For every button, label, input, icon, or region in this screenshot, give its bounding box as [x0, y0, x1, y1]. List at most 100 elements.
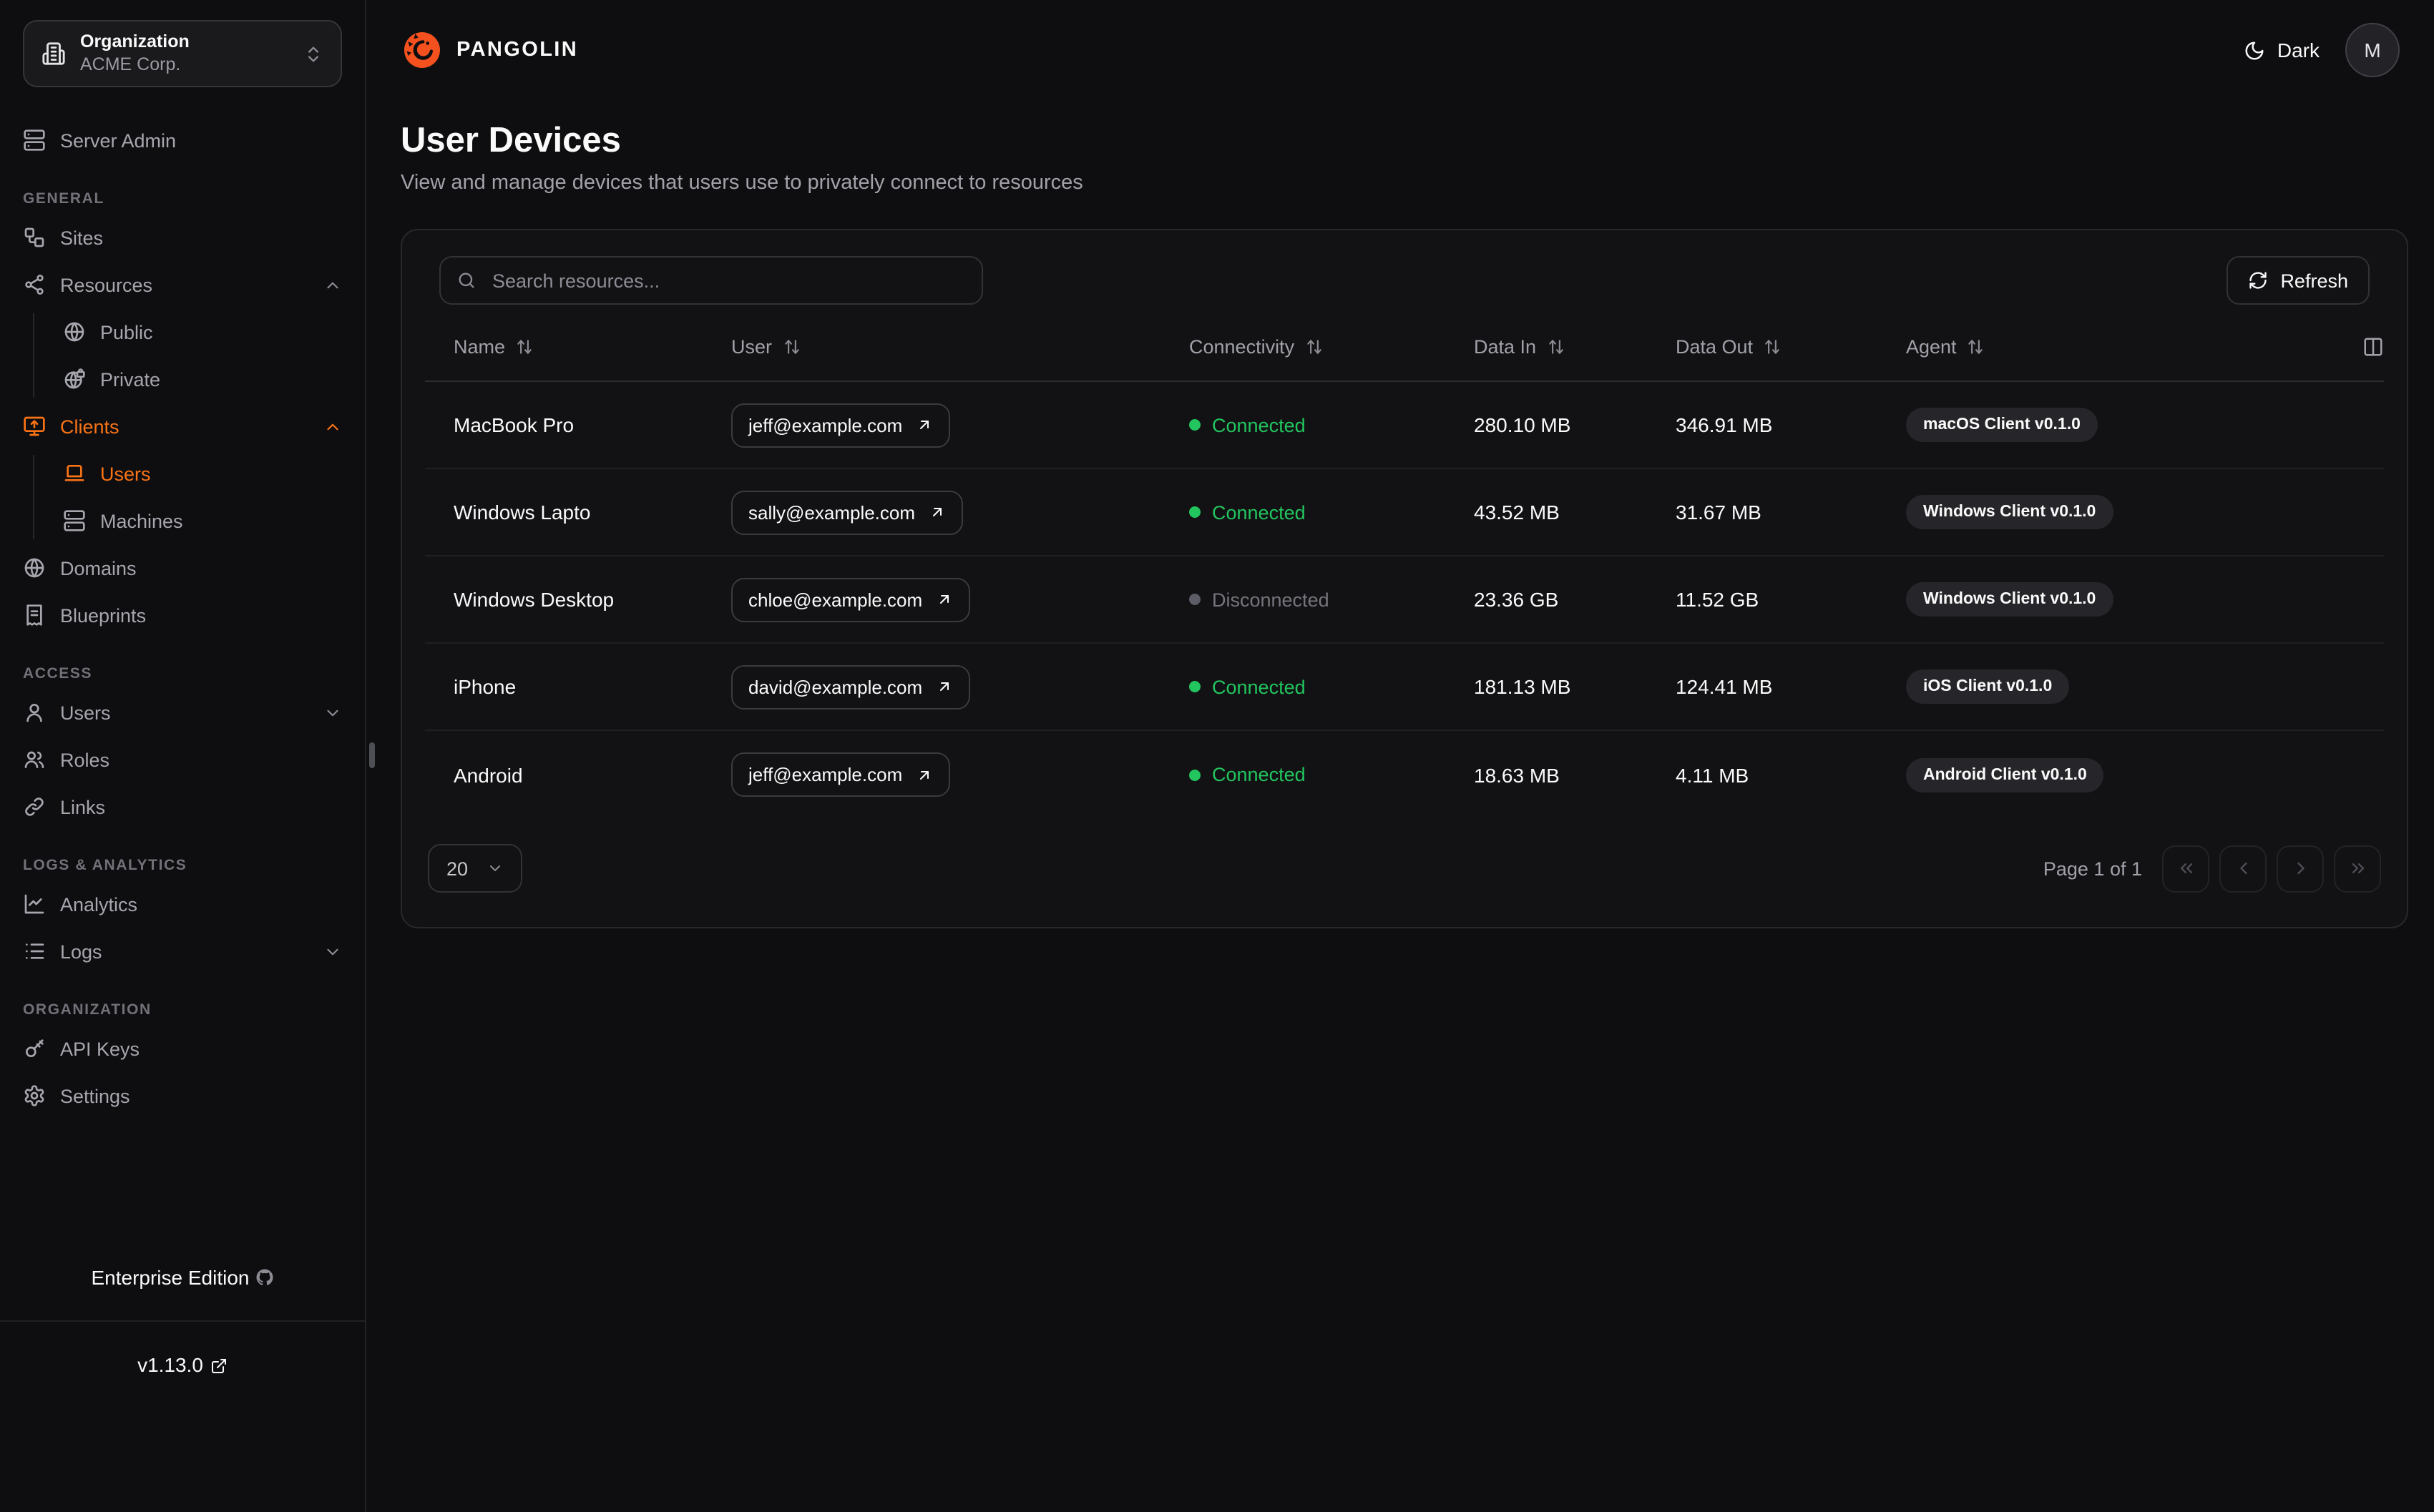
- globe-icon: [64, 322, 84, 342]
- pangolin-logo-icon: [404, 32, 440, 68]
- chevron-up-icon: [327, 281, 338, 288]
- table-toolbar: Refresh: [425, 256, 2384, 305]
- user-email: jeff@example.com: [748, 764, 903, 786]
- user-link-button[interactable]: jeff@example.com: [731, 752, 950, 797]
- sidebar-item-label: Logs: [60, 941, 102, 962]
- main-content: PANGOLIN Dark M User Devices View and ma…: [366, 0, 2434, 1512]
- page-size-select[interactable]: 20: [428, 844, 522, 893]
- sidebar-item-sites[interactable]: Sites: [23, 219, 342, 256]
- globe-icon: [24, 558, 44, 578]
- column-header-agent[interactable]: Agent: [1906, 337, 2327, 358]
- sort-icon: [1968, 340, 1983, 355]
- user-email: sally@example.com: [748, 501, 916, 524]
- first-page-button[interactable]: [2162, 845, 2209, 893]
- last-page-button[interactable]: [2334, 845, 2381, 893]
- user-link-button[interactable]: jeff@example.com: [731, 403, 950, 448]
- moon-icon: [2246, 41, 2264, 59]
- device-name: MacBook Pro: [454, 413, 575, 437]
- github-icon: [257, 1269, 273, 1285]
- sort-icon: [1765, 340, 1779, 355]
- chevron-left-icon: [2239, 863, 2247, 875]
- version-link[interactable]: v1.13.0: [0, 1322, 365, 1409]
- org-selector-label: Organization: [80, 31, 190, 51]
- sort-icon: [784, 340, 798, 355]
- org-selector[interactable]: Organization ACME Corp.: [23, 20, 342, 87]
- column-label: Data Out: [1676, 336, 1754, 358]
- chevron-down-icon: [327, 948, 338, 955]
- arrow-up-right-icon: [932, 508, 942, 517]
- refresh-button[interactable]: Refresh: [2226, 256, 2370, 305]
- column-header-connectivity[interactable]: Connectivity: [1189, 337, 1474, 358]
- data-out-value: 346.91 MB: [1676, 413, 1773, 437]
- sidebar-item-public[interactable]: Public: [63, 313, 342, 350]
- avatar[interactable]: M: [2345, 23, 2400, 77]
- sidebar-item-roles[interactable]: Roles: [23, 741, 342, 778]
- columns-icon: [2364, 338, 2382, 357]
- search-input[interactable]: [489, 268, 966, 293]
- next-page-button[interactable]: [2277, 845, 2324, 893]
- sidebar-item-clients[interactable]: Clients: [23, 408, 342, 445]
- edition-link[interactable]: Enterprise Edition: [0, 1234, 365, 1322]
- user-link-button[interactable]: sally@example.com: [731, 490, 963, 535]
- status-dot: [1189, 506, 1201, 519]
- sidebar-item-label: Resources: [60, 274, 153, 295]
- server-icon: [24, 129, 45, 151]
- data-out-value: 4.11 MB: [1676, 763, 1749, 787]
- sidebar-item-label: Users: [60, 702, 111, 723]
- data-in-value: 43.52 MB: [1474, 501, 1560, 524]
- devices-table: Name User Connectivity Data In Data Out …: [425, 314, 2384, 819]
- sidebar-item-users[interactable]: Users: [23, 694, 342, 731]
- section-title-organization: ORGANIZATION: [23, 1001, 152, 1018]
- sidebar-item-private[interactable]: Private: [63, 360, 342, 398]
- column-header-name[interactable]: Name: [425, 337, 731, 358]
- sidebar-item-logs[interactable]: Logs: [23, 933, 342, 970]
- sidebar-item-label: Links: [60, 796, 106, 818]
- sidebar-item-resources[interactable]: Resources: [23, 266, 342, 303]
- user-link-button[interactable]: chloe@example.com: [731, 577, 970, 622]
- page-size-value: 20: [446, 858, 469, 880]
- brand[interactable]: PANGOLIN: [401, 29, 578, 72]
- sidebar-item-label: Clients: [60, 416, 119, 437]
- column-header-data-in[interactable]: Data In: [1474, 337, 1676, 358]
- user-email: david@example.com: [748, 676, 923, 698]
- page-info: Page 1 of 1: [2043, 858, 2142, 880]
- sidebar-item-domains[interactable]: Domains: [23, 549, 342, 586]
- sidebar-item-blueprints[interactable]: Blueprints: [23, 597, 342, 634]
- data-out-value: 124.41 MB: [1676, 675, 1773, 699]
- user-link-button[interactable]: david@example.com: [731, 664, 970, 710]
- toggle-columns-button[interactable]: [2362, 337, 2384, 358]
- app-window: Organization ACME Corp. Server Admin GEN…: [0, 0, 2434, 1512]
- data-in-value: 23.36 GB: [1474, 588, 1559, 612]
- agent-badge: Windows Client v0.1.0: [1906, 495, 2113, 530]
- building-icon: [42, 42, 65, 65]
- avatar-initial: M: [2364, 39, 2381, 62]
- chevron-up-icon: [327, 423, 338, 430]
- table-row: Windows Lapto sally@example.com Connecte…: [425, 470, 2384, 557]
- sidebar-item-server-admin[interactable]: Server Admin: [23, 122, 342, 159]
- laptop-icon: [64, 465, 84, 481]
- status-label: Connected: [1212, 676, 1306, 698]
- version-label: v1.13.0: [137, 1353, 203, 1377]
- sites-icon: [24, 227, 44, 247]
- status-label: Connected: [1212, 501, 1306, 524]
- column-header-data-out[interactable]: Data Out: [1676, 337, 1906, 358]
- theme-toggle[interactable]: Dark: [2244, 39, 2320, 62]
- pagination-bar: 20 Page 1 of 1: [425, 844, 2384, 893]
- sidebar-item-client-users[interactable]: Users: [63, 455, 342, 492]
- search-icon: [459, 273, 474, 289]
- sidebar-item-api-keys[interactable]: API Keys: [23, 1030, 342, 1067]
- sidebar-item-analytics[interactable]: Analytics: [23, 885, 342, 923]
- sidebar-item-label: Users: [100, 463, 151, 484]
- receipt-icon: [26, 604, 42, 626]
- gear-icon: [24, 1085, 44, 1106]
- column-header-user[interactable]: User: [731, 337, 1189, 358]
- device-name: Windows Desktop: [454, 588, 615, 612]
- previous-page-button[interactable]: [2219, 845, 2267, 893]
- status-label: Connected: [1212, 414, 1306, 436]
- sidebar-item-machines[interactable]: Machines: [63, 502, 342, 539]
- user-icon: [26, 704, 42, 722]
- sidebar-item-settings[interactable]: Settings: [23, 1077, 342, 1114]
- sidebar-resize-handle[interactable]: [369, 742, 375, 768]
- sidebar-item-links[interactable]: Links: [23, 788, 342, 825]
- sidebar-item-label: Public: [100, 321, 153, 343]
